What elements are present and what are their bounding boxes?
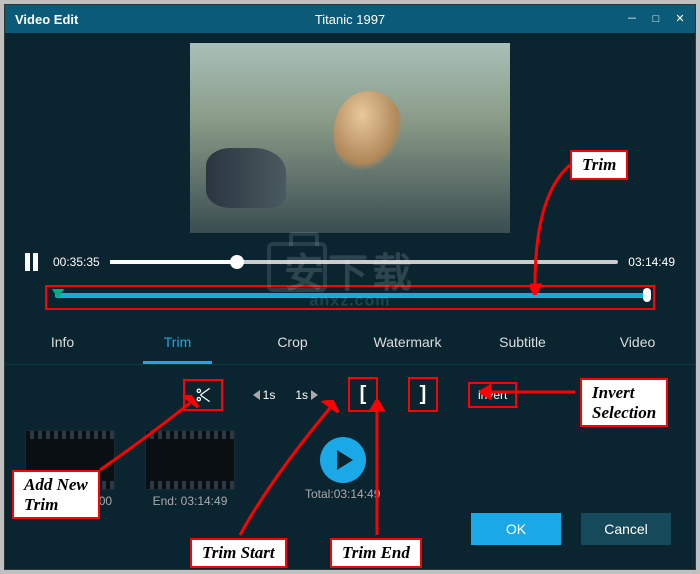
file-title: Titanic 1997	[315, 12, 385, 27]
total-time: 03:14:49	[628, 255, 675, 269]
cancel-button[interactable]: Cancel	[581, 513, 671, 545]
tabs-row: Info Trim Crop Watermark Subtitle Video	[5, 324, 695, 365]
app-name: Video Edit	[15, 12, 78, 27]
callout-invert-selection: Invert Selection	[580, 378, 668, 427]
progress-thumb[interactable]	[230, 255, 244, 269]
tab-trim[interactable]: Trim	[120, 324, 235, 364]
window-controls: － □ ✕	[625, 12, 687, 26]
current-time: 00:35:35	[53, 255, 100, 269]
tab-video[interactable]: Video	[580, 324, 695, 364]
maximize-button[interactable]: □	[649, 12, 663, 26]
titlebar: Video Edit Titanic 1997 － □ ✕	[5, 5, 695, 33]
pause-button[interactable]	[25, 253, 43, 271]
ok-button[interactable]: OK	[471, 513, 561, 545]
callout-trim-start: Trim Start	[190, 538, 287, 568]
callout-trim-end: Trim End	[330, 538, 422, 568]
tab-crop[interactable]: Crop	[235, 324, 350, 364]
arrow-trim	[530, 155, 580, 295]
arrow-trim-end	[365, 400, 395, 540]
arrow-add-trim	[90, 395, 200, 475]
playback-row: 00:35:35 03:14:49	[5, 253, 695, 271]
close-button[interactable]: ✕	[673, 12, 687, 26]
trim-end-button[interactable]: ]	[408, 377, 438, 412]
dialog-buttons: OK Cancel	[471, 513, 671, 545]
arrow-invert	[480, 382, 580, 402]
tab-subtitle[interactable]: Subtitle	[465, 324, 580, 364]
tab-info[interactable]: Info	[5, 324, 120, 364]
trim-handle-start[interactable]	[52, 289, 64, 299]
tab-watermark[interactable]: Watermark	[350, 324, 465, 364]
preview-area	[5, 33, 695, 233]
video-preview[interactable]	[190, 43, 510, 233]
bracket-close-icon: ]	[420, 383, 427, 406]
arrow-trim-start	[230, 400, 340, 540]
callout-add-new-trim: Add New Trim	[12, 470, 100, 519]
minimize-button[interactable]: －	[625, 12, 639, 26]
video-edit-window: Video Edit Titanic 1997 － □ ✕ 00:35:35 0…	[4, 4, 696, 570]
trim-handle-end[interactable]	[643, 288, 651, 302]
